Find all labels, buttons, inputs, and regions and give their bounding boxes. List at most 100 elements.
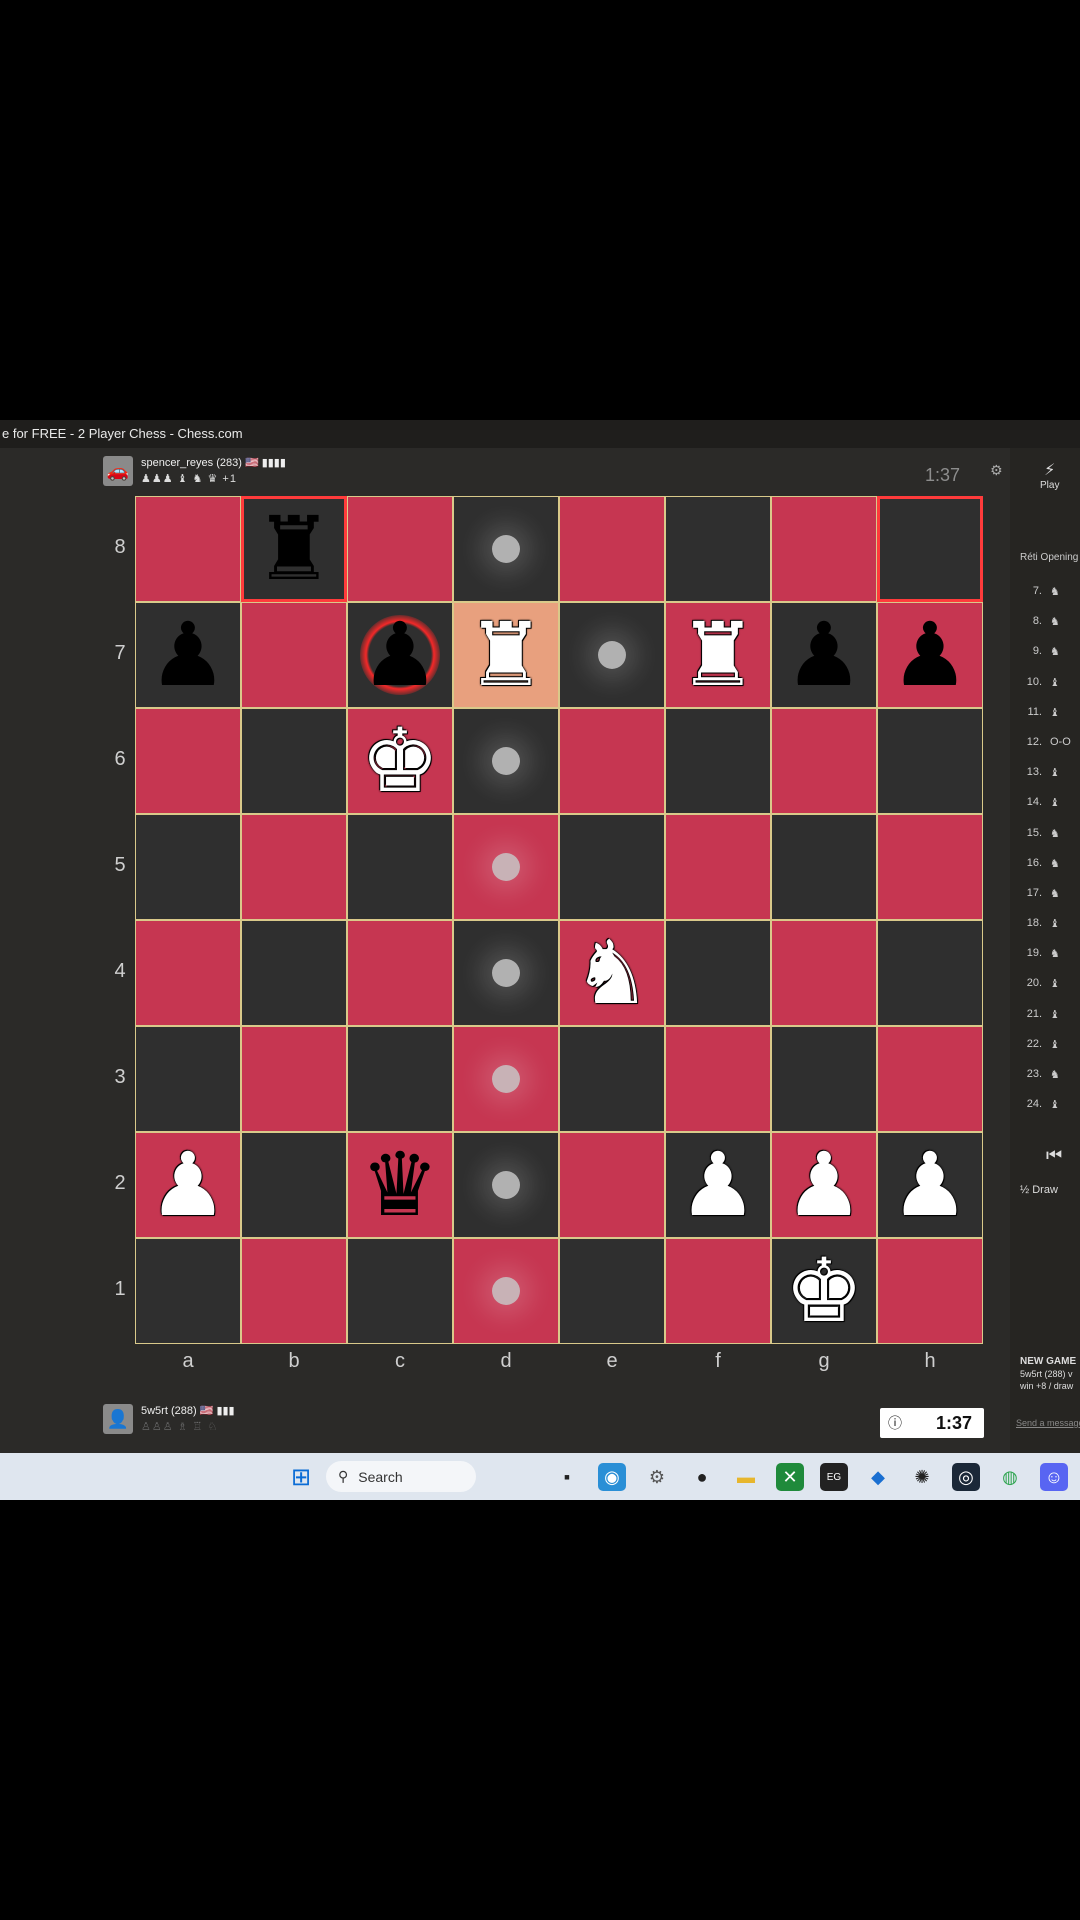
square-f8[interactable] bbox=[665, 496, 771, 602]
square-d7[interactable]: ♜ bbox=[453, 602, 559, 708]
square-c5[interactable] bbox=[347, 814, 453, 920]
w-rook-piece[interactable]: ♜ bbox=[666, 603, 770, 707]
discord-icon[interactable]: ☺ bbox=[1040, 1463, 1068, 1491]
move-text[interactable]: ♝ bbox=[1050, 796, 1060, 826]
square-c1[interactable] bbox=[347, 1238, 453, 1344]
chess-board[interactable]: ♜ ♟ ♟ ♜ ♜ ♟ ♟ ♚ ♞ ♟ ♛ ♟ ♟ ♟ ♚ bbox=[135, 496, 983, 1344]
draw-button[interactable]: ½ Draw bbox=[1020, 1184, 1058, 1196]
w-king-piece[interactable]: ♚ bbox=[348, 709, 452, 813]
move-text[interactable]: ♞ bbox=[1050, 857, 1060, 887]
square-e3[interactable] bbox=[559, 1026, 665, 1132]
square-f4[interactable] bbox=[665, 920, 771, 1026]
square-d3[interactable] bbox=[453, 1026, 559, 1132]
square-f2[interactable]: ♟ bbox=[665, 1132, 771, 1238]
app-icon[interactable]: ● bbox=[688, 1463, 716, 1491]
bottom-player-avatar[interactable]: 👤 bbox=[103, 1404, 133, 1434]
square-h3[interactable] bbox=[877, 1026, 983, 1132]
move-text[interactable]: ♝ bbox=[1050, 917, 1060, 947]
square-e1[interactable] bbox=[559, 1238, 665, 1344]
b-pawn-piece[interactable]: ♟ bbox=[878, 603, 982, 707]
move-row[interactable]: 10. ♝ bbox=[1020, 676, 1071, 706]
w-pawn-piece[interactable]: ♟ bbox=[772, 1133, 876, 1237]
w-pawn-piece[interactable]: ♟ bbox=[136, 1133, 240, 1237]
square-b4[interactable] bbox=[241, 920, 347, 1026]
xbox-icon[interactable]: ✕ bbox=[776, 1463, 804, 1491]
square-e5[interactable] bbox=[559, 814, 665, 920]
square-c6[interactable]: ♚ bbox=[347, 708, 453, 814]
b-pawn-piece[interactable]: ♟ bbox=[136, 603, 240, 707]
square-d1[interactable] bbox=[453, 1238, 559, 1344]
square-b8[interactable]: ♜ bbox=[241, 496, 347, 602]
square-d4[interactable] bbox=[453, 920, 559, 1026]
top-player-avatar[interactable]: 🚗 bbox=[103, 456, 133, 486]
windows-start-icon[interactable]: ⊞ bbox=[287, 1463, 315, 1491]
move-text[interactable]: ♞ bbox=[1050, 827, 1060, 857]
move-row[interactable]: 24. ♝ bbox=[1020, 1098, 1071, 1128]
move-text[interactable]: ♝ bbox=[1050, 766, 1060, 796]
move-row[interactable]: 8. ♞ bbox=[1020, 615, 1071, 645]
move-text[interactable]: ♝ bbox=[1050, 676, 1060, 706]
legal-move-dot[interactable] bbox=[492, 535, 520, 563]
square-e8[interactable] bbox=[559, 496, 665, 602]
square-g5[interactable] bbox=[771, 814, 877, 920]
chrome-icon[interactable]: ◍ bbox=[996, 1463, 1024, 1491]
square-d6[interactable] bbox=[453, 708, 559, 814]
legal-move-dot[interactable] bbox=[492, 1171, 520, 1199]
move-row[interactable]: 19. ♞ bbox=[1020, 947, 1071, 977]
move-text[interactable]: ♞ bbox=[1050, 615, 1060, 645]
square-g7[interactable]: ♟ bbox=[771, 602, 877, 708]
tab-play[interactable]: ⚡ Play bbox=[1040, 460, 1059, 491]
move-row[interactable]: 15. ♞ bbox=[1020, 827, 1071, 857]
w-rook-piece[interactable]: ♜ bbox=[454, 603, 558, 707]
w-pawn-piece[interactable]: ♟ bbox=[878, 1133, 982, 1237]
square-g1[interactable]: ♚ bbox=[771, 1238, 877, 1344]
square-e2[interactable] bbox=[559, 1132, 665, 1238]
w-king-piece[interactable]: ♚ bbox=[772, 1239, 876, 1343]
steam-icon[interactable]: ◎ bbox=[952, 1463, 980, 1491]
settings-icon[interactable]: ⚙ bbox=[643, 1463, 671, 1491]
move-row[interactable]: 13. ♝ bbox=[1020, 766, 1071, 796]
square-b1[interactable] bbox=[241, 1238, 347, 1344]
top-player-name[interactable]: spencer_reyes (283) 🇺🇸 ▮▮▮▮ bbox=[141, 456, 286, 469]
move-text[interactable]: O-O bbox=[1050, 736, 1071, 766]
move-row[interactable]: 18. ♝ bbox=[1020, 917, 1071, 947]
square-a4[interactable] bbox=[135, 920, 241, 1026]
epic-games-icon[interactable]: EG bbox=[820, 1463, 848, 1491]
w-knight-piece[interactable]: ♞ bbox=[560, 921, 664, 1025]
move-row[interactable]: 23. ♞ bbox=[1020, 1068, 1071, 1098]
store-icon[interactable]: ◆ bbox=[864, 1463, 892, 1491]
square-c4[interactable] bbox=[347, 920, 453, 1026]
square-h4[interactable] bbox=[877, 920, 983, 1026]
move-row[interactable]: 21. ♝ bbox=[1020, 1008, 1071, 1038]
move-text[interactable]: ♝ bbox=[1050, 706, 1060, 736]
folder-icon[interactable]: ▬ bbox=[732, 1463, 760, 1491]
square-f1[interactable] bbox=[665, 1238, 771, 1344]
move-text[interactable]: ♝ bbox=[1050, 1038, 1060, 1068]
square-h5[interactable] bbox=[877, 814, 983, 920]
square-b7[interactable] bbox=[241, 602, 347, 708]
square-e4[interactable]: ♞ bbox=[559, 920, 665, 1026]
legal-move-dot[interactable] bbox=[492, 747, 520, 775]
square-h1[interactable] bbox=[877, 1238, 983, 1344]
square-g6[interactable] bbox=[771, 708, 877, 814]
square-b3[interactable] bbox=[241, 1026, 347, 1132]
square-g3[interactable] bbox=[771, 1026, 877, 1132]
move-row[interactable]: 22. ♝ bbox=[1020, 1038, 1071, 1068]
move-row[interactable]: 7. ♞ bbox=[1020, 585, 1071, 615]
gear-icon[interactable]: ⚙ bbox=[990, 462, 1003, 479]
square-b2[interactable] bbox=[241, 1132, 347, 1238]
square-d5[interactable] bbox=[453, 814, 559, 920]
b-pawn-piece[interactable]: ♟ bbox=[348, 603, 452, 707]
move-row[interactable]: 16. ♞ bbox=[1020, 857, 1071, 887]
move-text[interactable]: ♞ bbox=[1050, 1068, 1060, 1098]
square-f5[interactable] bbox=[665, 814, 771, 920]
taskbar-search[interactable]: ⚲ Search bbox=[326, 1461, 476, 1492]
square-c8[interactable] bbox=[347, 496, 453, 602]
square-f7[interactable]: ♜ bbox=[665, 602, 771, 708]
square-c7[interactable]: ♟ bbox=[347, 602, 453, 708]
move-text[interactable]: ♝ bbox=[1050, 1008, 1060, 1038]
square-a6[interactable] bbox=[135, 708, 241, 814]
move-row[interactable]: 9. ♞ bbox=[1020, 645, 1071, 675]
square-a7[interactable]: ♟ bbox=[135, 602, 241, 708]
square-e7[interactable] bbox=[559, 602, 665, 708]
